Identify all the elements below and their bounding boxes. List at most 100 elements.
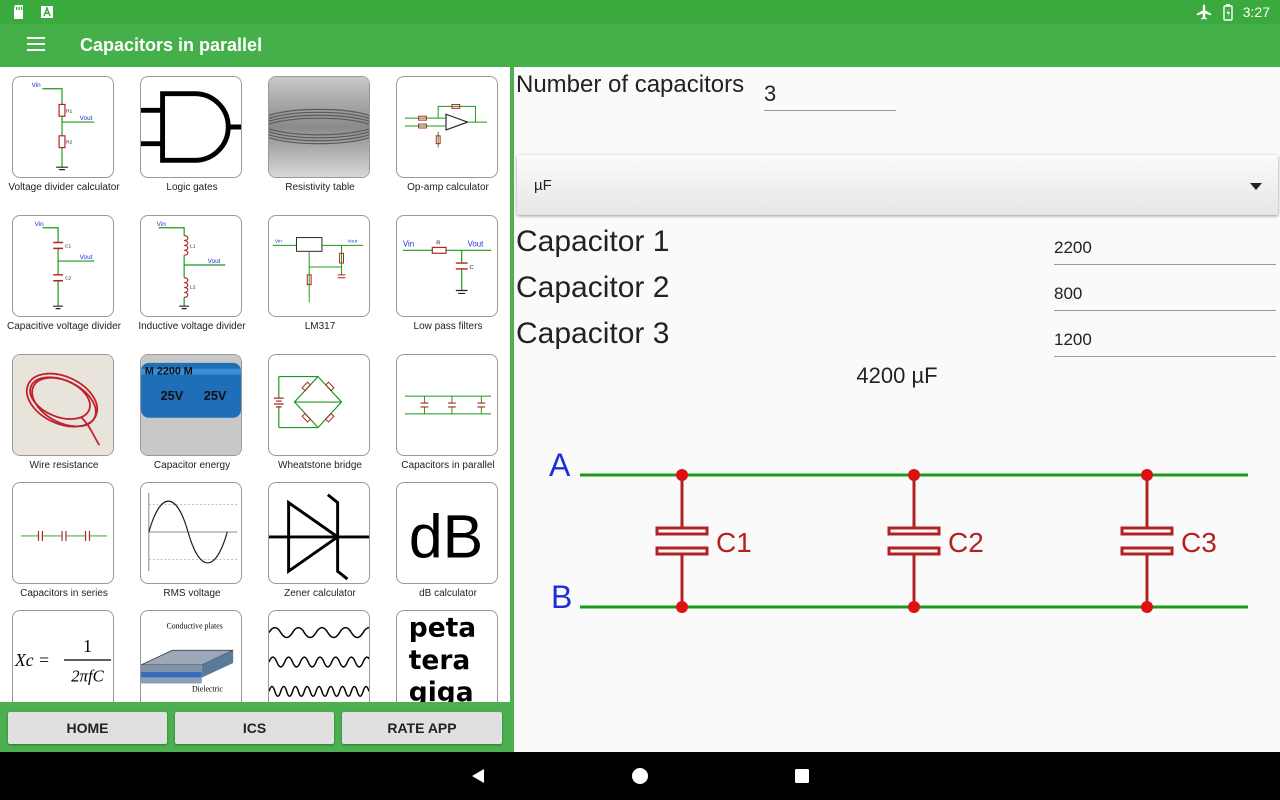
home-icon[interactable] bbox=[630, 766, 650, 786]
tile-label: Logic gates bbox=[166, 182, 218, 193]
capacitor-2-input[interactable] bbox=[1054, 277, 1276, 311]
bottom-button-bar: HOME ICS RATE APP bbox=[0, 702, 514, 752]
formula-numerator: 1 bbox=[83, 636, 92, 656]
tile-label: Capacitive voltage divider bbox=[7, 321, 121, 332]
tile-label: Wire resistance bbox=[29, 460, 99, 471]
wire-coil-photo[interactable] bbox=[268, 76, 370, 178]
capacitor-1-input[interactable] bbox=[1054, 231, 1276, 265]
capacitor-row: Capacitor 3 bbox=[514, 317, 1280, 359]
capacitor-row: Capacitor 2 bbox=[514, 271, 1280, 313]
hamburger-menu-icon[interactable] bbox=[20, 33, 52, 59]
junction-dot bbox=[676, 601, 688, 613]
recents-icon[interactable] bbox=[792, 766, 812, 786]
vin-label: Vin bbox=[35, 221, 45, 228]
red-wire-photo[interactable] bbox=[12, 354, 114, 456]
dropdown-arrow-icon bbox=[1250, 183, 1262, 190]
tile-label: Inductive voltage divider bbox=[138, 321, 246, 332]
capacitor-symbol bbox=[655, 475, 709, 607]
si-prefixes-thumbnail[interactable]: peta tera giga bbox=[396, 610, 498, 702]
capacitor-name-label: C3 bbox=[1181, 527, 1217, 558]
num-capacitors-label: Number of capacitors bbox=[516, 71, 745, 98]
back-icon[interactable] bbox=[469, 766, 489, 786]
formula-lhs: Xc = bbox=[14, 650, 50, 670]
inductive-divider-thumbnail[interactable]: Vin Vout L1 L2 bbox=[140, 215, 242, 317]
prefix-line: giga bbox=[409, 677, 474, 702]
c2-label: C2 bbox=[65, 276, 72, 282]
capacitor-symbol bbox=[1120, 475, 1174, 607]
lm317-thumbnail[interactable]: Vin Vout bbox=[268, 215, 370, 317]
prefix-line: peta bbox=[409, 612, 476, 643]
total-capacitance-result: 4200 µF bbox=[856, 363, 938, 388]
junction-dot bbox=[676, 469, 688, 481]
capacitor-3-input[interactable] bbox=[1054, 323, 1276, 357]
home-button[interactable]: HOME bbox=[8, 712, 167, 744]
r1-label: R1 bbox=[66, 108, 73, 114]
l1-label: L1 bbox=[190, 243, 196, 249]
sine-wave-thumbnail[interactable] bbox=[140, 482, 242, 584]
junction-dot bbox=[908, 469, 920, 481]
capacitor-label: Capacitor 1 bbox=[516, 225, 670, 258]
c1-label: C1 bbox=[65, 243, 72, 249]
wheatstone-bridge-thumbnail[interactable] bbox=[268, 354, 370, 456]
ics-button[interactable]: ICS bbox=[175, 712, 334, 744]
c-label: C bbox=[470, 265, 475, 271]
vout-label: Vout bbox=[347, 238, 357, 244]
l2-label: L2 bbox=[190, 285, 196, 291]
unit-dropdown[interactable]: µF bbox=[517, 155, 1278, 215]
clock: 3:27 bbox=[1242, 4, 1270, 20]
and-gate-icon[interactable] bbox=[140, 76, 242, 178]
capacitor-symbol bbox=[887, 475, 941, 607]
junction-dot bbox=[1141, 601, 1153, 613]
tile-label: Capacitors in series bbox=[20, 588, 108, 599]
vout-label: Vout bbox=[208, 258, 221, 265]
low-pass-filter-thumbnail[interactable]: Vin Vout R C bbox=[396, 215, 498, 317]
dielectric-label: Dielectric bbox=[192, 684, 223, 693]
series-capacitors-thumbnail[interactable] bbox=[12, 482, 114, 584]
tile-label: Zener calculator bbox=[284, 588, 356, 599]
capacitor-name-label: C1 bbox=[716, 527, 752, 558]
calculator-grid[interactable]: Vin Vout R1 R2 Voltage divider calculato… bbox=[0, 67, 510, 702]
r2-label: R2 bbox=[66, 140, 73, 146]
tile-label: Op-amp calculator bbox=[407, 182, 489, 193]
vin-label: Vin bbox=[157, 221, 167, 228]
sd-card-icon bbox=[14, 5, 23, 19]
capacitor-marking: M 2200 M bbox=[145, 366, 193, 378]
airplane-mode-icon bbox=[1196, 4, 1211, 20]
parallel-plate-capacitor-thumbnail[interactable]: Conductive plates Dielectric bbox=[140, 610, 242, 702]
page-title: Capacitors in parallel bbox=[80, 35, 263, 55]
battery-charging-icon bbox=[1223, 4, 1233, 21]
status-bar: 3:27 bbox=[0, 0, 1280, 24]
tile-label: Resistivity table bbox=[285, 182, 355, 193]
plates-label: Conductive plates bbox=[166, 622, 222, 631]
capacitive-divider-thumbnail[interactable]: Vin Vout C1 C2 bbox=[12, 215, 114, 317]
tile-label: LM317 bbox=[304, 321, 336, 332]
capacitor-branch: C3 bbox=[1120, 469, 1217, 613]
formula-denominator: 2πfC bbox=[71, 667, 104, 686]
rate-app-button[interactable]: RATE APP bbox=[342, 712, 502, 744]
app-root: 3:27 Capacitors in parallel Vin Vout R1 … bbox=[0, 0, 1280, 800]
waveforms-thumbnail[interactable] bbox=[268, 610, 370, 702]
parallel-capacitors-thumbnail[interactable] bbox=[396, 354, 498, 456]
capacitor-voltage: 25V bbox=[204, 388, 227, 403]
capacitor-photo[interactable]: M 2200 M 25V 25V bbox=[140, 354, 242, 456]
vin-label: Vin bbox=[403, 239, 414, 248]
op-amp-thumbnail[interactable] bbox=[396, 76, 498, 178]
junction-dot bbox=[908, 601, 920, 613]
calculator-panel: Number of capacitors µF Capacitor 1 Capa… bbox=[514, 67, 1280, 752]
tile-label: Wheatstone bridge bbox=[278, 460, 362, 471]
vin-label: Vin bbox=[32, 82, 42, 89]
voltage-divider-thumbnail[interactable]: Vin Vout R1 R2 bbox=[12, 76, 114, 178]
node-a-label: A bbox=[549, 447, 571, 483]
vout-label: Vout bbox=[80, 115, 93, 122]
zener-diode-icon[interactable] bbox=[268, 482, 370, 584]
vin-label: Vin bbox=[275, 238, 282, 244]
junction-dot bbox=[1141, 469, 1153, 481]
font-app-icon bbox=[41, 5, 53, 18]
num-capacitors-input[interactable] bbox=[764, 77, 896, 111]
reactance-formula-thumbnail[interactable]: Xc = 1 2πfC bbox=[12, 610, 114, 702]
vout-label: Vout bbox=[468, 239, 484, 248]
capacitor-label: Capacitor 3 bbox=[516, 317, 670, 350]
capacitor-voltage: 25V bbox=[161, 388, 184, 403]
db-icon[interactable]: dB bbox=[396, 482, 498, 584]
node-b-label: B bbox=[551, 579, 572, 615]
